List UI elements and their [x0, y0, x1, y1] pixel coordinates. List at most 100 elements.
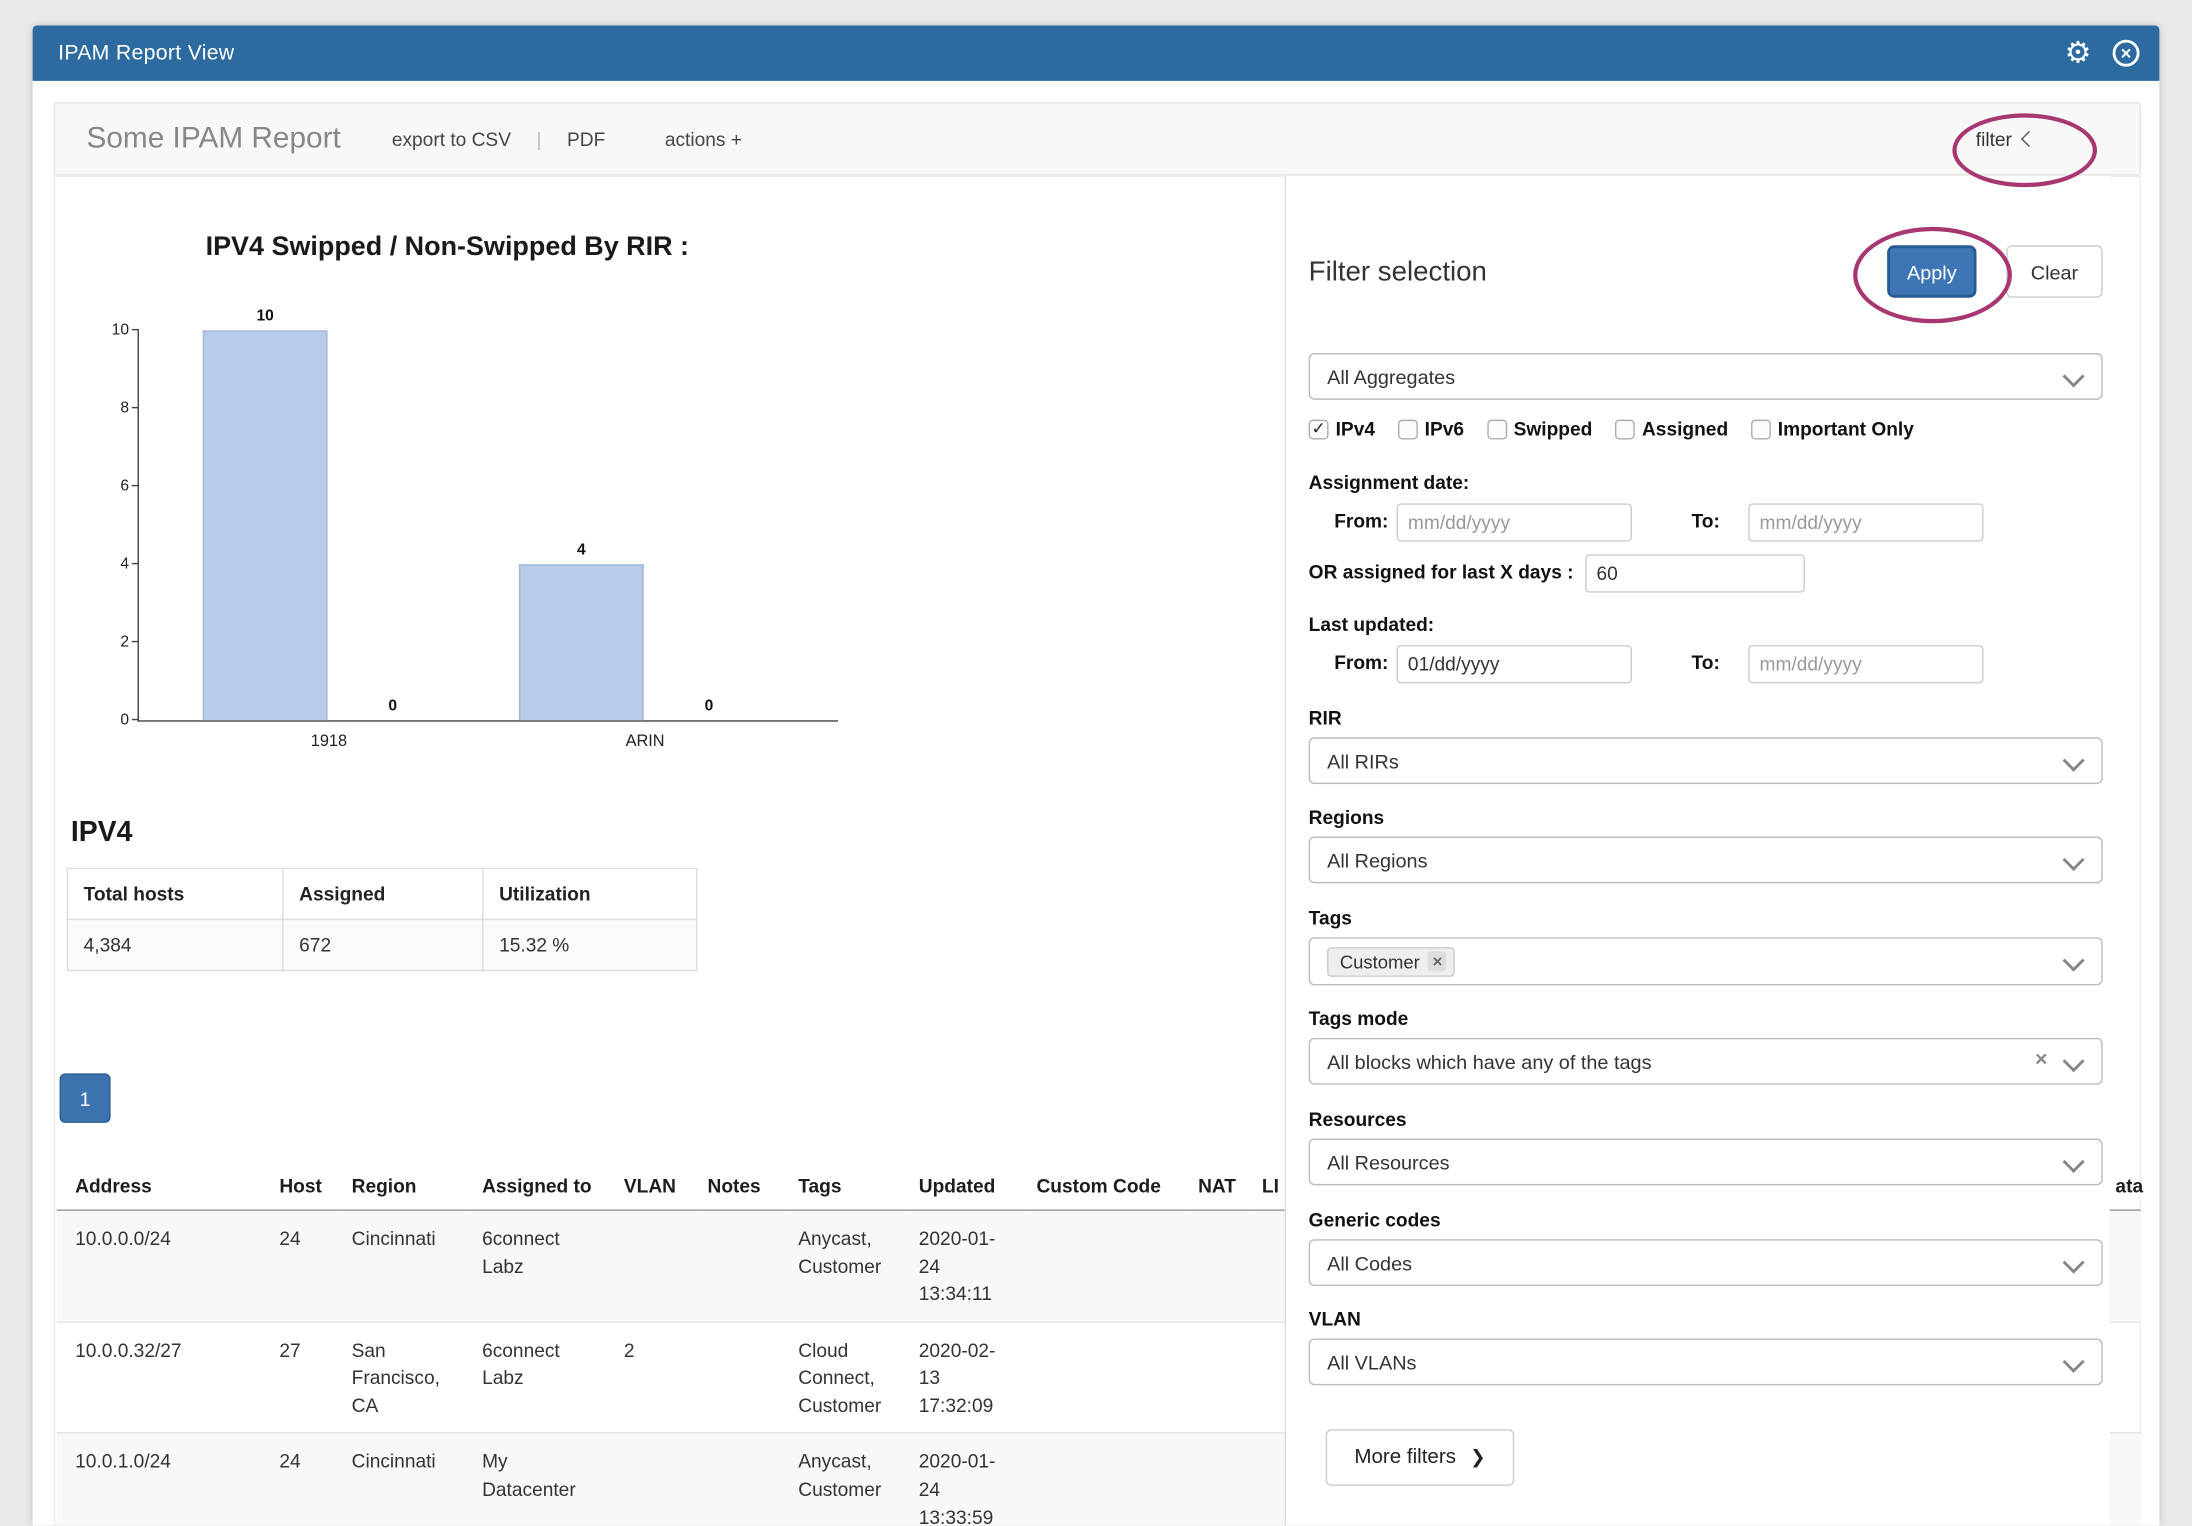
chevron-down-icon — [2063, 750, 2085, 772]
table-cell: 2020-01-24 13:34:11 — [907, 1210, 1025, 1322]
resources-select-value: All Resources — [1327, 1151, 1449, 1174]
y-axis-tick-label: 8 — [91, 400, 129, 417]
tags-select[interactable]: Customer × — [1309, 937, 2103, 985]
settings-gear-icon[interactable]: ⚙ — [2065, 38, 2092, 68]
y-axis-tick-mark — [132, 563, 139, 564]
updated-to-label: To: — [1691, 652, 1719, 673]
table-cell: 24 — [268, 1210, 340, 1322]
apply-button[interactable]: Apply — [1887, 245, 1976, 297]
checkbox-swipped[interactable]: Swipped — [1487, 418, 1593, 439]
rir-label: RIR — [1309, 708, 1342, 729]
table-cell: 10.0.0.32/27 — [57, 1322, 268, 1434]
last-updated-label: Last updated: — [1309, 614, 1435, 635]
export-pdf-link[interactable]: PDF — [567, 128, 605, 149]
column-header: Region — [340, 1163, 470, 1210]
checkbox-box[interactable] — [1398, 419, 1418, 439]
table-cell — [1187, 1433, 1251, 1525]
window-title: IPAM Report View — [58, 41, 234, 65]
generic-codes-select-value: All Codes — [1327, 1251, 1412, 1274]
vlan-select[interactable]: All VLANs — [1309, 1338, 2103, 1385]
y-axis-tick-mark — [132, 329, 139, 330]
chevron-down-icon — [2063, 365, 2085, 387]
close-icon[interactable]: × — [2113, 40, 2140, 67]
table-cell: 2020-02-13 17:32:09 — [907, 1322, 1025, 1434]
y-axis-tick-mark — [132, 485, 139, 486]
resources-select[interactable]: All Resources — [1309, 1139, 2103, 1186]
filter-panel: Filter selection Apply Clear All Aggrega… — [1285, 176, 2110, 1526]
tags-label: Tags — [1309, 907, 1352, 928]
table-cell: 10.0.0.0/24 — [57, 1210, 268, 1322]
table-cell — [1187, 1210, 1251, 1322]
vlan-select-value: All VLANs — [1327, 1351, 1416, 1374]
aggregates-select[interactable]: All Aggregates — [1309, 353, 2103, 400]
assignment-to-input[interactable] — [1748, 503, 1983, 541]
table-cell: San Francisco, CA — [340, 1322, 470, 1434]
rir-select[interactable]: All RIRs — [1309, 737, 2103, 784]
tags-mode-label: Tags mode — [1309, 1008, 1409, 1029]
checkbox-assigned[interactable]: Assigned — [1615, 418, 1728, 439]
y-axis-tick-label: 4 — [91, 556, 129, 573]
updated-from-input[interactable] — [1397, 645, 1632, 683]
bar-value-label: 10 — [203, 308, 328, 325]
column-header: NAT — [1187, 1163, 1251, 1210]
checkbox-box[interactable] — [1309, 419, 1329, 439]
ipv4-section-heading: IPV4 — [71, 817, 132, 850]
generic-codes-select[interactable]: All Codes — [1309, 1239, 2103, 1286]
y-axis-tick-label: 10 — [91, 322, 129, 339]
table-cell — [613, 1433, 697, 1525]
checkbox-important-only[interactable]: Important Only — [1751, 418, 1914, 439]
table-cell: Anycast, Customer — [787, 1210, 908, 1322]
chevron-down-icon — [2063, 1151, 2085, 1173]
summary-header-row: Total hosts Assigned Utilization — [67, 868, 697, 919]
checkbox-ipv6[interactable]: IPv6 — [1398, 418, 1464, 439]
assignment-from-input[interactable] — [1397, 503, 1632, 541]
table-cell: My Datacenter — [471, 1433, 613, 1525]
table-cell: Cincinnati — [340, 1433, 470, 1525]
regions-select[interactable]: All Regions — [1309, 837, 2103, 884]
column-header: Custom Code — [1025, 1163, 1187, 1210]
clear-selection-icon[interactable]: × — [2035, 1048, 2047, 1072]
assigned-last-days-input[interactable] — [1585, 554, 1805, 592]
chevron-down-icon — [2063, 849, 2085, 871]
table-cell — [696, 1433, 787, 1525]
table-cell — [696, 1210, 787, 1322]
column-header: Assigned — [283, 868, 483, 919]
assigned-last-days-label: OR assigned for last X days : — [1309, 561, 1574, 582]
y-axis-tick-label: 2 — [91, 634, 129, 651]
checkbox-box[interactable] — [1615, 419, 1635, 439]
x-axis-category-label: 1918 — [203, 733, 455, 750]
generic-codes-label: Generic codes — [1309, 1209, 1441, 1230]
table-cell — [696, 1322, 787, 1434]
titlebar-icons: ⚙ × — [2065, 38, 2140, 68]
assignment-from-label: From: — [1334, 510, 1388, 531]
aggregates-select-value: All Aggregates — [1327, 365, 1455, 388]
table-cell: 2020-01-24 13:33:59 — [907, 1433, 1025, 1525]
table-cell — [1025, 1433, 1187, 1525]
checkbox-label: Important Only — [1778, 418, 1914, 439]
tag-remove-icon[interactable]: × — [1428, 951, 1446, 971]
chart-bar — [519, 564, 644, 720]
more-filters-button[interactable]: More filters ❯ — [1326, 1429, 1515, 1486]
column-header: Assigned to — [471, 1163, 613, 1210]
clear-button[interactable]: Clear — [2006, 245, 2102, 297]
chevron-down-icon — [2063, 1050, 2085, 1072]
checkbox-box[interactable] — [1751, 419, 1771, 439]
pagination-page-1[interactable]: 1 — [60, 1073, 111, 1123]
chart-title: IPV4 Swipped / Non-Swipped By RIR : — [206, 233, 689, 264]
actions-menu[interactable]: actions + — [665, 128, 742, 149]
checkbox-label: IPv4 — [1336, 418, 1375, 439]
filter-panel-toggle[interactable]: filter — [1976, 128, 2035, 149]
tags-mode-select-value: All blocks which have any of the tags — [1327, 1050, 1651, 1073]
table-cell — [1025, 1210, 1187, 1322]
column-header: Notes — [696, 1163, 787, 1210]
ipv4-summary-table: Total hosts Assigned Utilization 4,384 6… — [67, 868, 698, 972]
tags-mode-select[interactable]: All blocks which have any of the tags × — [1309, 1038, 2103, 1085]
filter-panel-heading: Filter selection — [1309, 257, 1487, 290]
y-axis-tick-mark — [132, 407, 139, 408]
export-csv-link[interactable]: export to CSV — [392, 128, 511, 149]
updated-to-input[interactable] — [1748, 645, 1983, 683]
checkbox-box[interactable] — [1487, 419, 1507, 439]
chevron-right-icon: ❯ — [1470, 1446, 1485, 1469]
checkbox-ipv4[interactable]: IPv4 — [1309, 418, 1375, 439]
summary-data-row: 4,384 672 15.32 % — [67, 919, 697, 970]
